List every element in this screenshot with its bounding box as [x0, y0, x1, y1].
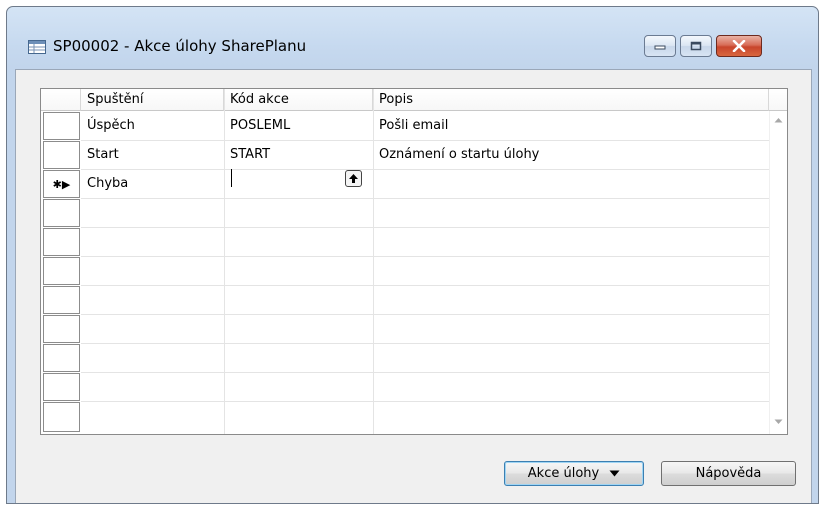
- row-selector[interactable]: [43, 344, 80, 372]
- current-row-marker: ✱▶: [52, 177, 71, 191]
- scroll-down-icon[interactable]: [774, 419, 783, 425]
- column-header-kod-akce[interactable]: Kód akce: [224, 89, 373, 111]
- row-selector[interactable]: [43, 112, 80, 140]
- lookup-button[interactable]: [345, 170, 362, 187]
- form-body: Spuštění Kód akce Popis ✱▶ Úspěch POSLEM…: [15, 69, 812, 503]
- row-selector-header: [41, 89, 81, 111]
- maximize-button[interactable]: [680, 35, 712, 57]
- row-divider: [81, 285, 769, 286]
- row-divider: [81, 314, 769, 315]
- akce-ulohy-button[interactable]: Akce úlohy: [504, 461, 644, 486]
- minimize-button[interactable]: [644, 35, 676, 57]
- cell-spusteni[interactable]: Úspěch: [81, 111, 224, 140]
- row-divider: [81, 198, 769, 199]
- row-selector[interactable]: [43, 286, 80, 314]
- row-selector[interactable]: [43, 199, 80, 227]
- window: SP00002 - Akce úlohy SharePlanu Spuštění…: [6, 6, 819, 504]
- window-title: SP00002 - Akce úlohy SharePlanu: [53, 37, 307, 55]
- row-selector[interactable]: [43, 315, 80, 343]
- row-selector[interactable]: [43, 228, 80, 256]
- table-icon: [28, 40, 46, 54]
- dropdown-triangle-icon: [609, 470, 620, 477]
- header-corner: [769, 89, 787, 111]
- cell-spusteni[interactable]: Chyba: [81, 169, 224, 198]
- up-arrow-icon: [349, 174, 358, 183]
- cell-kod-akce[interactable]: POSLEML: [224, 111, 373, 140]
- akce-ulohy-label: Akce úlohy: [527, 466, 600, 481]
- close-button[interactable]: [716, 35, 762, 57]
- maximize-icon: [690, 41, 702, 51]
- actions-grid[interactable]: Spuštění Kód akce Popis ✱▶ Úspěch POSLEM…: [40, 88, 788, 435]
- row-selector[interactable]: [43, 141, 80, 169]
- napoveda-button[interactable]: Nápověda: [661, 461, 796, 486]
- column-header-popis[interactable]: Popis: [373, 89, 769, 111]
- scroll-up-icon[interactable]: [774, 117, 783, 123]
- row-divider: [81, 401, 769, 402]
- cell-kod-akce[interactable]: START: [224, 140, 373, 169]
- text-caret: [231, 169, 232, 187]
- cell-popis[interactable]: [373, 169, 769, 198]
- title-bar[interactable]: SP00002 - Akce úlohy SharePlanu: [7, 7, 818, 69]
- cell-popis[interactable]: Pošli email: [373, 111, 769, 140]
- column-header-spusteni[interactable]: Spuštění: [81, 89, 224, 111]
- close-icon: [732, 40, 746, 52]
- cell-spusteni[interactable]: Start: [81, 140, 224, 169]
- row-selector-current[interactable]: ✱▶: [43, 170, 80, 198]
- minimize-icon: [654, 45, 666, 50]
- row-selector[interactable]: [43, 257, 80, 285]
- row-divider: [81, 227, 769, 228]
- row-selector[interactable]: [43, 373, 80, 401]
- row-divider: [81, 256, 769, 257]
- vertical-scrollbar[interactable]: [769, 111, 787, 434]
- row-divider: [81, 343, 769, 344]
- row-divider: [81, 372, 769, 373]
- cell-popis[interactable]: Oznámení o startu úlohy: [373, 140, 769, 169]
- row-selector[interactable]: [43, 402, 80, 432]
